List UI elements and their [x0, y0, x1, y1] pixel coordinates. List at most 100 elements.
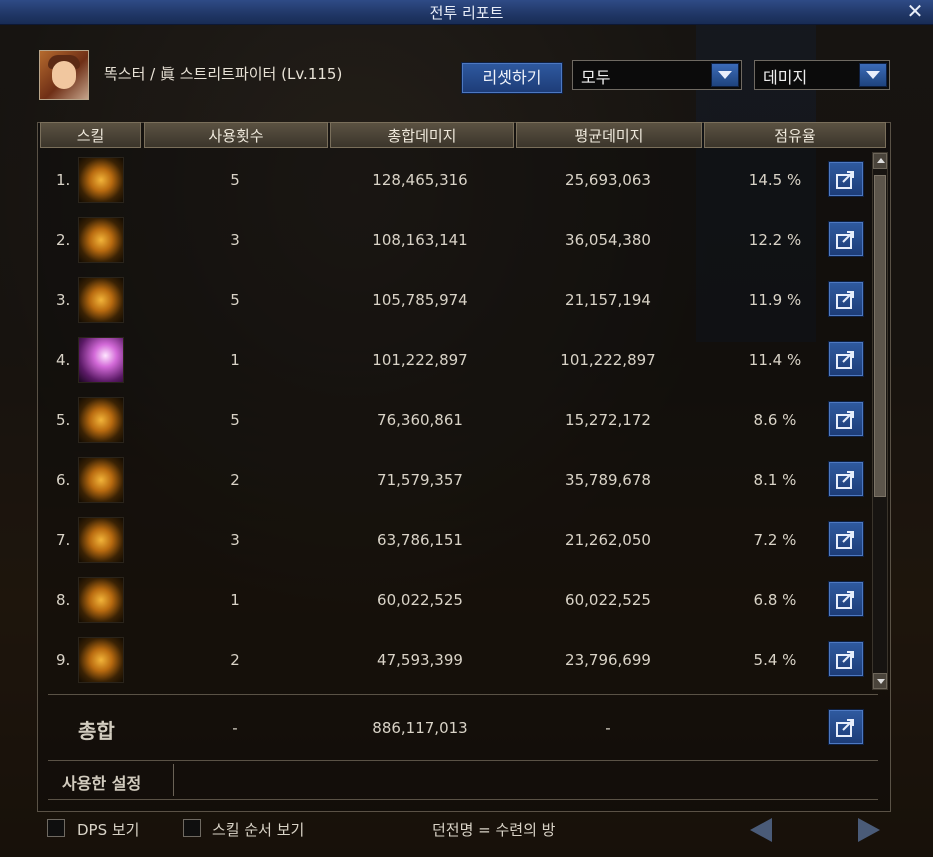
- row-rank: 7.: [56, 531, 71, 549]
- prev-page-arrow-icon[interactable]: [750, 818, 772, 842]
- row-uses: 5: [230, 171, 240, 189]
- table-row: 8. 1 60,022,525 60,022,525 6.8 %: [40, 570, 870, 630]
- type-select-value: 데미지: [763, 68, 808, 87]
- table-row: 1. 5 128,465,316 25,693,063 14.5 %: [40, 150, 870, 210]
- header-total: 총합데미지: [330, 122, 514, 148]
- row-share: 11.9 %: [748, 291, 802, 309]
- header-uses: 사용횟수: [144, 122, 328, 148]
- share-button[interactable]: [828, 461, 864, 497]
- row-share: 11.4 %: [748, 351, 802, 369]
- row-rank: 4.: [56, 351, 71, 369]
- row-uses: 1: [230, 351, 240, 369]
- row-total: 60,022,525: [377, 591, 463, 609]
- share-icon: [836, 471, 854, 489]
- row-uses: 5: [230, 291, 240, 309]
- window-title: 전투 리포트: [429, 4, 504, 22]
- row-share: 12.2 %: [748, 231, 802, 249]
- row-avg: 35,789,678: [565, 471, 651, 489]
- row-total: 76,360,861: [377, 411, 463, 429]
- total-row: - 886,117,013 -: [40, 698, 870, 758]
- table-row: 4. 1 101,222,897 101,222,897 11.4 %: [40, 330, 870, 390]
- row-total: 101,222,897: [372, 351, 468, 369]
- row-avg: 23,796,699: [565, 651, 651, 669]
- share-button[interactable]: [828, 281, 864, 317]
- share-button[interactable]: [828, 341, 864, 377]
- share-button[interactable]: [828, 581, 864, 617]
- header-skill: 스킬: [40, 122, 141, 148]
- skill-icon-barrel: [78, 277, 124, 323]
- table-row: 2. 3 108,163,141 36,054,380 12.2 %: [40, 210, 870, 270]
- row-avg: 21,157,194: [565, 291, 651, 309]
- total-share-button[interactable]: [828, 709, 864, 745]
- dungeon-name-text: 던전명 = 수련의 방: [432, 821, 556, 839]
- skill-order-checkbox[interactable]: [183, 819, 201, 837]
- dps-checkbox[interactable]: [47, 819, 65, 837]
- row-share: 6.8 %: [753, 591, 797, 609]
- share-icon: [836, 531, 854, 549]
- header-avg: 평균데미지: [516, 122, 702, 148]
- row-rank: 5.: [56, 411, 71, 429]
- share-button[interactable]: [828, 401, 864, 437]
- row-uses: 3: [230, 531, 240, 549]
- table-scrollbar[interactable]: [872, 152, 888, 690]
- close-button[interactable]: ✕: [905, 0, 925, 22]
- scroll-thumb[interactable]: [874, 175, 886, 497]
- row-uses: 3: [230, 231, 240, 249]
- settings-separator: [173, 764, 174, 796]
- share-icon: [836, 591, 854, 609]
- filter-select[interactable]: 모두: [572, 60, 742, 90]
- row-rank: 6.: [56, 471, 71, 489]
- row-total: 128,465,316: [372, 171, 468, 189]
- row-rank: 3.: [56, 291, 71, 309]
- reset-button[interactable]: 리셋하기: [461, 62, 563, 94]
- row-share: 5.4 %: [753, 651, 797, 669]
- settings-label: 사용한 설정: [62, 774, 142, 793]
- scroll-down-arrow-icon[interactable]: [873, 673, 887, 689]
- skill-icon-dash: [78, 397, 124, 443]
- share-button[interactable]: [828, 161, 864, 197]
- row-uses: 2: [230, 471, 240, 489]
- row-uses: 5: [230, 411, 240, 429]
- share-icon: [836, 651, 854, 669]
- chevron-down-icon[interactable]: [859, 63, 887, 87]
- title-bar: 전투 리포트 ✕: [0, 0, 933, 25]
- character-name: 똑스터 / 眞 스트리트파이터 (Lv.115): [104, 65, 343, 83]
- row-rank: 2.: [56, 231, 71, 249]
- character-avatar: [39, 50, 89, 100]
- share-button[interactable]: [828, 221, 864, 257]
- row-rank: 8.: [56, 591, 71, 609]
- total-avg: -: [605, 719, 611, 737]
- divider: [48, 799, 878, 800]
- row-rank: 9.: [56, 651, 71, 669]
- type-select[interactable]: 데미지: [754, 60, 890, 90]
- share-icon: [836, 411, 854, 429]
- row-rank: 1.: [56, 171, 71, 189]
- next-page-arrow-icon[interactable]: [858, 818, 880, 842]
- row-avg: 15,272,172: [565, 411, 651, 429]
- skill-icon-burst: [78, 337, 124, 383]
- share-icon: [836, 171, 854, 189]
- skill-icon-slash: [78, 517, 124, 563]
- avatar-face: [52, 61, 76, 89]
- skill-icon-bag: [78, 157, 124, 203]
- header-share: 점유율: [704, 122, 886, 148]
- row-share: 8.1 %: [753, 471, 797, 489]
- share-button[interactable]: [828, 521, 864, 557]
- row-total: 108,163,141: [372, 231, 468, 249]
- chevron-down-icon[interactable]: [711, 63, 739, 87]
- share-icon: [836, 719, 854, 737]
- scroll-up-arrow-icon[interactable]: [873, 153, 887, 169]
- share-button[interactable]: [828, 641, 864, 677]
- row-uses: 1: [230, 591, 240, 609]
- skill-icon-dragon: [78, 637, 124, 683]
- filter-select-value: 모두: [581, 68, 611, 87]
- dps-checkbox-label: DPS 보기: [77, 821, 140, 839]
- table-row: 9. 2 47,593,399 23,796,699 5.4 %: [40, 630, 870, 690]
- row-total: 71,579,357: [377, 471, 463, 489]
- skill-icon-bars: [78, 217, 124, 263]
- row-avg: 25,693,063: [565, 171, 651, 189]
- table-row: 3. 5 105,785,974 21,157,194 11.9 %: [40, 270, 870, 330]
- table-row: 5. 5 76,360,861 15,272,172 8.6 %: [40, 390, 870, 450]
- close-icon: ✕: [906, 0, 924, 23]
- skill-icon-fire: [78, 577, 124, 623]
